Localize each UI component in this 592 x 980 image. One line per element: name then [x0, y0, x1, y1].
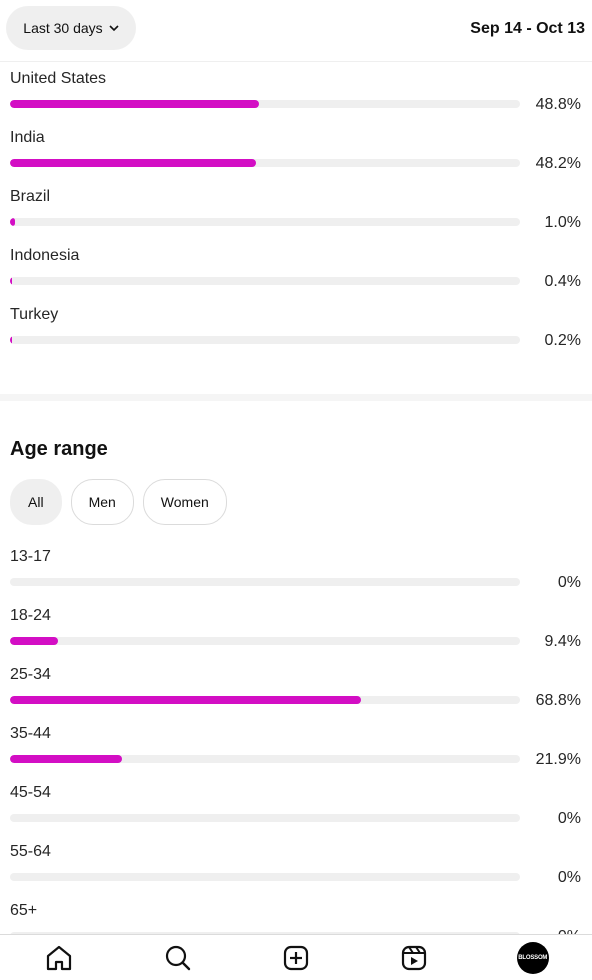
bar-track: [10, 696, 520, 704]
section-divider: [0, 394, 592, 401]
filter-chip-all[interactable]: All: [10, 479, 62, 525]
age-row: 35-44 21.9%: [10, 725, 582, 775]
country-percent: 48.2%: [535, 155, 581, 172]
country-percent: 0.4%: [544, 273, 581, 290]
age-label: 65+: [10, 902, 38, 919]
section-title: Age range: [10, 438, 108, 460]
bar-track: [10, 637, 520, 645]
age-row: 25-34 68.8%: [10, 666, 582, 716]
nav-search[interactable]: [158, 938, 198, 978]
nav-reels[interactable]: [394, 938, 434, 978]
avatar: BLOSSOM: [516, 941, 549, 974]
avatar-text: BLOSSOM: [518, 954, 548, 961]
bar-track: [10, 814, 520, 822]
bar-track: [10, 755, 520, 763]
bar-fill: [10, 277, 13, 285]
age-row: 45-54 0%: [10, 784, 582, 834]
age-label: 35-44: [10, 725, 51, 742]
date-range-label: Last 30 days: [23, 20, 103, 36]
age-label: 45-54: [10, 784, 51, 801]
top-bar: Last 30 days Sep 14 - Oct 13: [0, 0, 592, 62]
country-row: Brazil 1.0%: [10, 188, 582, 238]
country-percent: 1.0%: [544, 214, 581, 231]
age-percent: 68.8%: [535, 692, 581, 709]
age-label: 13-17: [10, 548, 51, 565]
age-percent: 0%: [557, 869, 581, 886]
bar-fill: [10, 696, 361, 704]
country-label: United States: [10, 70, 107, 87]
nav-home[interactable]: [39, 938, 79, 978]
nav-create[interactable]: [276, 938, 316, 978]
bar-track: [10, 873, 520, 881]
country-label: Indonesia: [10, 247, 80, 264]
bar-fill: [10, 755, 122, 763]
bar-track: [10, 159, 520, 167]
bar-track: [10, 100, 520, 108]
age-row: 18-24 9.4%: [10, 607, 582, 657]
country-row: India 48.2%: [10, 129, 582, 179]
gender-filter: All Men Women: [10, 479, 227, 525]
age-percent: 0%: [557, 810, 581, 827]
date-range-text: Sep 14 - Oct 13: [470, 20, 585, 37]
filter-chip-women[interactable]: Women: [142, 479, 227, 525]
country-row: Indonesia 0.4%: [10, 247, 582, 297]
age-label: 25-34: [10, 666, 51, 683]
bar-fill: [10, 218, 16, 226]
country-row: United States 48.8%: [10, 70, 582, 120]
age-row: 13-17 0%: [10, 548, 582, 598]
country-percent: 0.2%: [544, 332, 581, 349]
bar-fill: [10, 336, 12, 344]
age-label: 18-24: [10, 607, 51, 624]
age-row: 55-64 0%: [10, 843, 582, 893]
search-icon: [165, 945, 190, 970]
chevron-down-icon: [109, 25, 119, 32]
age-label: 55-64: [10, 843, 51, 860]
nav-profile[interactable]: BLOSSOM: [513, 938, 553, 978]
age-percent: 0%: [557, 574, 581, 591]
bar-track: [10, 218, 520, 226]
age-percent: 9.4%: [544, 633, 581, 650]
country-percent: 48.8%: [535, 96, 581, 113]
country-row: Turkey 0.2%: [10, 306, 582, 356]
reels-icon: [402, 945, 427, 970]
bar-fill: [10, 100, 259, 108]
bar-track: [10, 336, 520, 344]
age-percent: 21.9%: [535, 751, 581, 768]
country-label: Turkey: [10, 306, 59, 323]
create-icon: [283, 945, 309, 970]
bottom-nav: BLOSSOM: [0, 934, 592, 980]
country-label: India: [10, 129, 45, 146]
bar-fill: [10, 159, 256, 167]
filter-chip-men[interactable]: Men: [70, 479, 134, 525]
home-icon: [47, 945, 72, 970]
country-label: Brazil: [10, 188, 51, 205]
bar-fill: [10, 637, 58, 645]
bar-track: [10, 578, 520, 586]
date-range-dropdown[interactable]: Last 30 days: [6, 6, 136, 50]
bar-track: [10, 277, 520, 285]
